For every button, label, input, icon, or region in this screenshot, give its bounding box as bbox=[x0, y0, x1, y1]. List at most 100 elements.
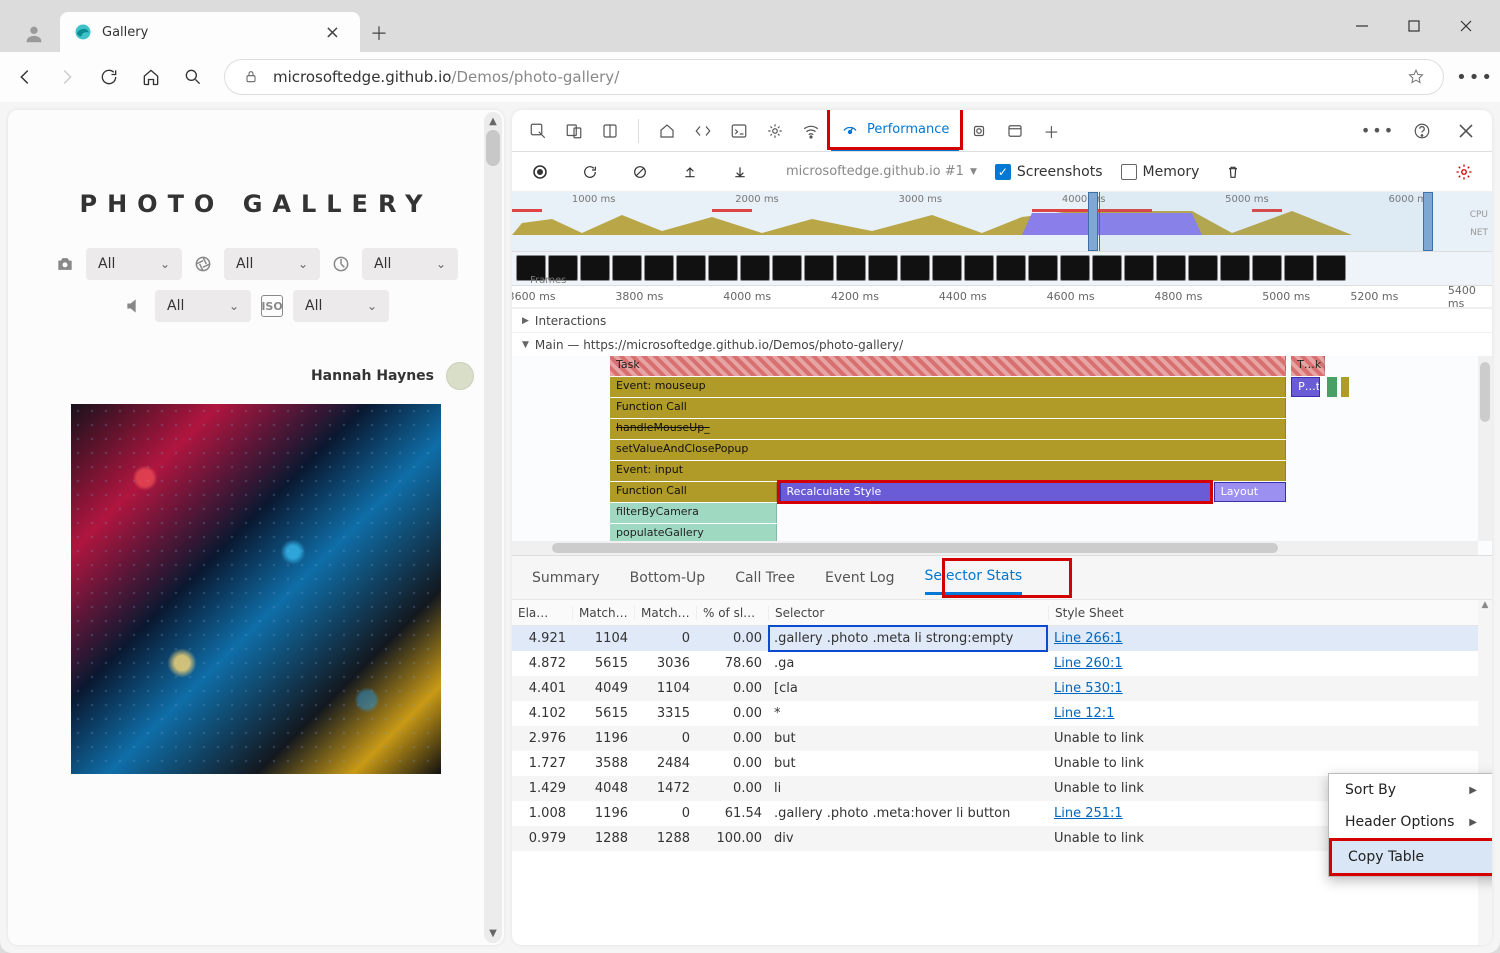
application-tab-icon[interactable] bbox=[999, 115, 1031, 147]
flame-bar-mouseup[interactable]: Event: mouseup bbox=[610, 377, 1286, 397]
favorite-icon[interactable] bbox=[1407, 68, 1425, 86]
elements-tab-icon[interactable] bbox=[687, 115, 719, 147]
frame-thumb[interactable] bbox=[836, 255, 866, 281]
table-row[interactable]: 2.976119600.00butUnable to link bbox=[512, 726, 1492, 751]
flame-bar-recalc[interactable]: Recalculate Style bbox=[780, 482, 1211, 502]
frame-thumb[interactable] bbox=[1220, 255, 1250, 281]
stylesheet-link[interactable]: Line 12:1 bbox=[1054, 706, 1114, 721]
performance-tab[interactable]: Performance bbox=[831, 110, 959, 151]
flame-bar-fncall[interactable]: Function Call bbox=[610, 398, 1286, 418]
reload-button[interactable] bbox=[98, 66, 120, 88]
back-button[interactable] bbox=[14, 66, 36, 88]
tab-event-log[interactable]: Event Log bbox=[825, 562, 895, 594]
record-button[interactable] bbox=[524, 156, 556, 188]
ctx-sort-by[interactable]: Sort By▶ bbox=[1329, 774, 1492, 806]
filter-iso[interactable]: All⌄ bbox=[293, 290, 389, 322]
table-row[interactable]: 4.102561533150.00*Line 12:1 bbox=[512, 701, 1492, 726]
window-maximize[interactable] bbox=[1388, 6, 1440, 46]
frame-thumb[interactable] bbox=[772, 255, 802, 281]
frame-thumb[interactable] bbox=[1028, 255, 1058, 281]
stylesheet-link[interactable]: Line 530:1 bbox=[1054, 681, 1123, 696]
frame-thumb[interactable] bbox=[740, 255, 770, 281]
flame-bar-task[interactable]: Task bbox=[610, 356, 1286, 376]
search-button[interactable] bbox=[182, 66, 204, 88]
save-trace-button[interactable] bbox=[724, 156, 756, 188]
forward-button[interactable] bbox=[56, 66, 78, 88]
stylesheet-link[interactable]: Line 251:1 bbox=[1054, 806, 1123, 821]
devtools-close-icon[interactable] bbox=[1450, 115, 1482, 147]
tab-summary[interactable]: Summary bbox=[532, 562, 600, 594]
filter-focal[interactable]: All⌄ bbox=[155, 290, 251, 322]
home-button[interactable] bbox=[140, 66, 162, 88]
sources-tab-icon[interactable] bbox=[759, 115, 791, 147]
flame-bar-input[interactable]: Event: input bbox=[610, 461, 1286, 481]
filter-aperture[interactable]: All⌄ bbox=[224, 248, 320, 280]
new-tab-button[interactable]: ＋ bbox=[360, 14, 398, 52]
window-close[interactable] bbox=[1440, 6, 1492, 46]
stylesheet-link[interactable]: Line 260:1 bbox=[1054, 656, 1123, 671]
flame-scroll-vertical[interactable] bbox=[1478, 356, 1492, 541]
frame-thumb[interactable] bbox=[612, 255, 642, 281]
frame-thumb[interactable] bbox=[644, 255, 674, 281]
frame-thumb[interactable] bbox=[1252, 255, 1282, 281]
timeline-overview[interactable]: 1000 ms 2000 ms 3000 ms 4000 ms 5000 ms … bbox=[512, 192, 1492, 252]
table-row[interactable]: 4.401404911040.00[claLine 530:1 bbox=[512, 676, 1492, 701]
devtools-help-icon[interactable] bbox=[1406, 115, 1438, 147]
tab-call-tree[interactable]: Call Tree bbox=[735, 562, 795, 594]
flame-bar-fncall2[interactable]: Function Call bbox=[610, 482, 777, 502]
frames-strip[interactable]: Frames /* thumbs rendered below */ bbox=[512, 252, 1492, 286]
devtools-more-icon[interactable]: ••• bbox=[1362, 115, 1394, 147]
flame-bar-handle[interactable]: handleMouseUp_ bbox=[610, 419, 1286, 439]
frame-thumb[interactable] bbox=[1092, 255, 1122, 281]
table-header[interactable]: Ela… Match … Match … % of sl… Selector S… bbox=[512, 600, 1492, 626]
page-scrollbar[interactable]: ▲ ▼ bbox=[484, 112, 502, 943]
stylesheet-link[interactable]: Line 266:1 bbox=[1054, 631, 1123, 646]
site-info-icon[interactable] bbox=[243, 69, 259, 85]
dock-icon[interactable] bbox=[594, 115, 626, 147]
flame-scroll-horizontal[interactable] bbox=[512, 541, 1478, 555]
filter-camera[interactable]: All⌄ bbox=[86, 248, 182, 280]
reload-trace-button[interactable] bbox=[574, 156, 606, 188]
main-track[interactable]: ▼Main — https://microsoftedge.github.io/… bbox=[512, 332, 1492, 356]
ctx-copy-table[interactable]: Copy Table bbox=[1332, 841, 1492, 873]
console-tab-icon[interactable] bbox=[723, 115, 755, 147]
trace-selector[interactable]: microsoftedge.github.io #1▼ bbox=[786, 164, 977, 179]
interactions-track[interactable]: ▶Interactions bbox=[512, 308, 1492, 332]
frame-thumb[interactable] bbox=[1188, 255, 1218, 281]
frame-thumb[interactable] bbox=[580, 255, 610, 281]
flame-bar-layout[interactable]: Layout bbox=[1214, 482, 1287, 502]
browser-tab[interactable]: Gallery × bbox=[60, 12, 360, 52]
frame-thumb[interactable] bbox=[1284, 255, 1314, 281]
timeline-ruler[interactable]: 3600 ms 3800 ms 4000 ms 4200 ms 4400 ms … bbox=[512, 286, 1492, 308]
address-bar[interactable]: microsoftedge.github.io/Demos/photo-gall… bbox=[224, 59, 1444, 95]
device-toggle-icon[interactable] bbox=[558, 115, 590, 147]
tab-bottom-up[interactable]: Bottom-Up bbox=[630, 562, 706, 594]
frame-thumb[interactable] bbox=[1124, 255, 1154, 281]
network-tab-icon[interactable] bbox=[795, 115, 827, 147]
frame-thumb[interactable] bbox=[932, 255, 962, 281]
flame-chart[interactable]: Task T…k Event: mouseup P…t Function Cal… bbox=[512, 356, 1492, 556]
tab-close-button[interactable]: × bbox=[319, 20, 346, 45]
frame-thumb[interactable] bbox=[708, 255, 738, 281]
filter-exposure[interactable]: All⌄ bbox=[362, 248, 458, 280]
frame-thumb[interactable] bbox=[1156, 255, 1186, 281]
frame-thumb[interactable] bbox=[964, 255, 994, 281]
load-trace-button[interactable] bbox=[674, 156, 706, 188]
flame-bar-filter[interactable]: filterByCamera bbox=[610, 503, 777, 523]
frame-thumb[interactable] bbox=[804, 255, 834, 281]
flame-bar-pt[interactable]: P…t bbox=[1291, 377, 1320, 397]
frame-thumb[interactable] bbox=[996, 255, 1026, 281]
inspect-element-icon[interactable] bbox=[522, 115, 554, 147]
clear-trace-button[interactable] bbox=[624, 156, 656, 188]
frame-thumb[interactable] bbox=[1316, 255, 1346, 281]
more-tabs-button[interactable]: ＋ bbox=[1035, 115, 1067, 147]
table-row[interactable]: 4.921110400.00.gallery .photo .meta li s… bbox=[512, 626, 1492, 651]
perf-settings-icon[interactable] bbox=[1448, 156, 1480, 188]
table-row[interactable]: 4.8725615303678.60.gaLine 260:1 bbox=[512, 651, 1492, 676]
frame-thumb[interactable] bbox=[676, 255, 706, 281]
profile-button[interactable] bbox=[16, 16, 52, 52]
welcome-tab-icon[interactable] bbox=[651, 115, 683, 147]
memory-tab-icon[interactable] bbox=[963, 115, 995, 147]
screenshots-checkbox[interactable]: ✓Screenshots bbox=[995, 164, 1103, 180]
ctx-header-options[interactable]: Header Options▶ bbox=[1329, 806, 1492, 838]
